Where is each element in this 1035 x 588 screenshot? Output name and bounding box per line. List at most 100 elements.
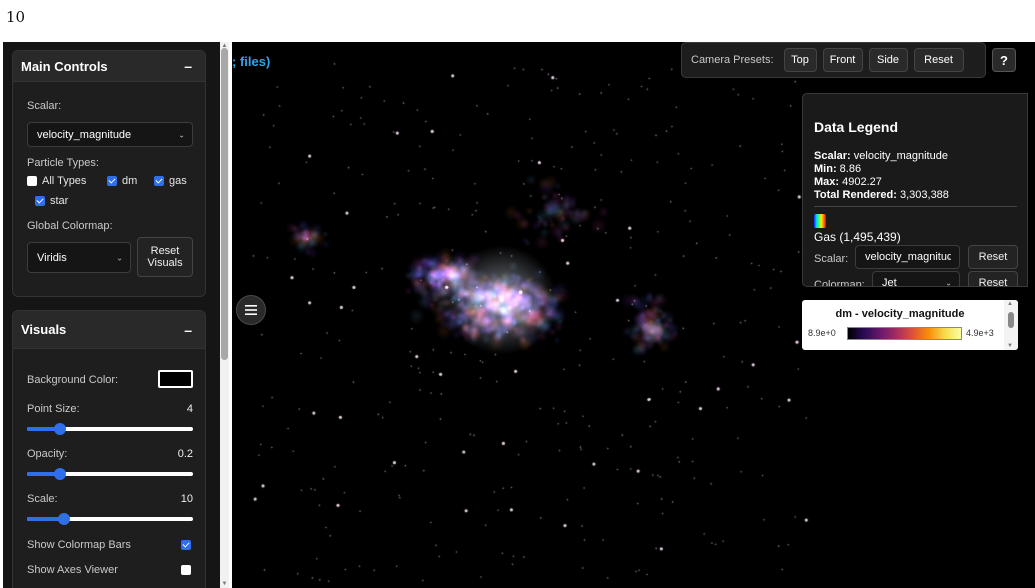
- scalar-label: Scalar:: [27, 100, 62, 112]
- show-colormap-bars-checkbox[interactable]: [181, 540, 191, 550]
- scroll-up-icon[interactable]: ▲: [1007, 301, 1013, 307]
- show-axes-viewer-checkbox[interactable]: [181, 565, 191, 575]
- scroll-down-icon[interactable]: ▼: [220, 580, 229, 588]
- colormap-icon: [814, 214, 826, 228]
- gas-scalar-select[interactable]: velocity_magnitude ⌄: [855, 245, 960, 269]
- legend-max-value: 4902.27: [842, 176, 882, 188]
- legend-min-value: 8.86: [839, 163, 862, 175]
- global-colormap-label: Global Colormap:: [27, 220, 113, 232]
- scrollbar-thumb[interactable]: [221, 48, 228, 360]
- scalar-select[interactable]: velocity_magnitude ⌄: [27, 122, 193, 147]
- colorbar-min-label: 8.9e+0: [808, 328, 836, 338]
- main-controls-title: Main Controls: [21, 58, 108, 74]
- preset-front-button[interactable]: Front: [822, 48, 863, 72]
- legend-max-line: Max: 4902.27: [814, 176, 882, 188]
- preset-reset-button[interactable]: Reset: [913, 48, 964, 72]
- legend-scalar-line: Scalar: velocity_magnitude: [814, 150, 948, 162]
- legend-scalar-value: velocity_magnitude: [853, 150, 948, 162]
- scrollbar-thumb[interactable]: [1008, 312, 1014, 328]
- chevron-down-icon: ⌄: [178, 130, 185, 139]
- background-color-picker[interactable]: [158, 370, 193, 388]
- type-checkbox-dm[interactable]: dm: [107, 175, 137, 187]
- gas-colormap-label: Colormap:: [814, 279, 865, 287]
- preset-top-button[interactable]: Top: [783, 48, 817, 72]
- collapse-main-controls-button[interactable]: –: [184, 58, 192, 74]
- legend-divider: [814, 206, 1017, 207]
- legend-total-value: 3,303,388: [899, 189, 949, 201]
- scalar-select-value: velocity_magnitude: [37, 128, 132, 141]
- checkbox-checked-icon[interactable]: [35, 196, 45, 206]
- checkbox-unchecked-icon[interactable]: [27, 176, 37, 186]
- legend-title: Data Legend: [814, 119, 899, 135]
- colorbar-max-label: 4.9e+3: [966, 328, 994, 338]
- chevron-down-icon: ⌄: [945, 278, 952, 287]
- type-gas-label: gas: [169, 175, 187, 187]
- visuals-title: Visuals: [21, 322, 67, 337]
- slider-handle[interactable]: [54, 423, 67, 435]
- type-star-label: star: [50, 195, 69, 207]
- scale-value: 10: [180, 493, 193, 505]
- main-controls-header[interactable]: Main Controls –: [13, 51, 205, 82]
- type-all-label: All Types: [42, 175, 87, 187]
- legend-min-line: Min: 8.86: [814, 163, 861, 175]
- global-colormap-value: Viridis: [37, 251, 67, 264]
- legend-min-key: Min:: [814, 163, 837, 175]
- scale-slider[interactable]: [27, 513, 193, 525]
- visuals-header[interactable]: Visuals –: [13, 311, 205, 349]
- hamburger-icon: [245, 305, 257, 315]
- gas-group-title: Gas (1,495,439): [814, 230, 901, 244]
- camera-presets-bar: Camera Presets: Top Front Side Reset: [681, 42, 986, 78]
- slider-handle[interactable]: [54, 468, 67, 480]
- visuals-panel: Visuals – Background Color: Point Size: …: [12, 310, 206, 588]
- show-axes-viewer-label: Show Axes Viewer: [27, 564, 118, 576]
- gas-scalar-label: Scalar:: [814, 253, 849, 265]
- scale-label: Scale:: [27, 493, 58, 505]
- background-color-label: Background Color:: [27, 374, 119, 386]
- point-size-value: 4: [186, 403, 193, 415]
- file-title: ; files): [232, 54, 271, 69]
- slider-handle[interactable]: [57, 513, 70, 525]
- checkbox-checked-icon[interactable]: [154, 176, 164, 186]
- legend-scalar-key: Scalar:: [814, 150, 851, 162]
- data-legend-panel: Data Legend Scalar: velocity_magnitude M…: [802, 93, 1028, 287]
- preset-side-button[interactable]: Side: [868, 48, 908, 72]
- reset-visuals-button[interactable]: Reset Visuals: [137, 237, 193, 277]
- gas-scalar-reset-button[interactable]: Reset: [968, 245, 1018, 269]
- legend-total-key: Total Rendered:: [814, 189, 897, 201]
- gas-scalar-value: velocity_magnitude: [865, 251, 951, 263]
- chevron-down-icon: ⌄: [945, 252, 952, 262]
- legend-max-key: Max:: [814, 176, 840, 188]
- colorbar-scrollbar[interactable]: ▲ ▼: [1004, 300, 1018, 350]
- opacity-label: Opacity:: [27, 448, 68, 460]
- show-colormap-bars-label: Show Colormap Bars: [27, 539, 131, 551]
- scroll-down-icon[interactable]: ▼: [1007, 343, 1013, 349]
- page-number: 10: [6, 8, 26, 26]
- menu-button[interactable]: [236, 295, 266, 325]
- point-size-label: Point Size:: [27, 403, 80, 415]
- particle-viewport[interactable]: ; files) Camera Presets: Top Front Side …: [232, 42, 1035, 588]
- chevron-down-icon: ⌄: [116, 253, 123, 262]
- type-dm-label: dm: [122, 175, 138, 187]
- control-sidebar: Main Controls – Scalar: velocity_magnitu…: [3, 42, 229, 588]
- gas-colormap-value: Jet: [882, 277, 897, 287]
- collapse-visuals-button[interactable]: –: [184, 322, 192, 338]
- type-checkbox-gas[interactable]: gas: [154, 175, 187, 187]
- point-size-slider[interactable]: [27, 423, 193, 435]
- gas-colormap-reset-button[interactable]: Reset: [968, 271, 1018, 286]
- colorbar-title: dm - velocity_magnitude: [835, 308, 965, 320]
- opacity-value: 0.2: [177, 448, 193, 460]
- gas-colormap-select[interactable]: Jet ⌄: [872, 271, 960, 287]
- colorbar-gradient: [847, 327, 962, 340]
- sidebar-scrollbar[interactable]: ▲ ▼: [220, 42, 229, 588]
- checkbox-checked-icon[interactable]: [107, 176, 117, 186]
- opacity-slider[interactable]: [27, 468, 193, 480]
- particle-types-label: Particle Types:: [27, 157, 99, 169]
- legend-total-line: Total Rendered: 3,303,388: [814, 189, 949, 201]
- main-controls-panel: Main Controls – Scalar: velocity_magnitu…: [12, 50, 206, 297]
- type-checkbox-star[interactable]: star: [35, 195, 68, 207]
- colormap-bar-dm: dm - velocity_magnitude 8.9e+0 4.9e+3 ▲ …: [802, 300, 1018, 350]
- help-button[interactable]: ?: [992, 48, 1016, 72]
- global-colormap-select[interactable]: Viridis ⌄: [27, 242, 131, 273]
- type-checkbox-all[interactable]: All Types: [27, 175, 86, 187]
- camera-presets-label: Camera Presets:: [691, 54, 774, 66]
